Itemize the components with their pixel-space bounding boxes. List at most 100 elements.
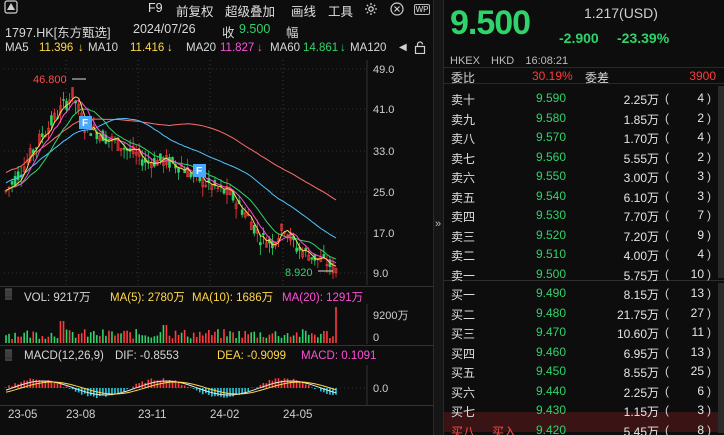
volume-bar [289,336,292,343]
draw-button[interactable]: 画线 [291,1,316,20]
order-level-label: 买二 [451,307,476,322]
paren: ) [707,364,711,378]
bid-row[interactable]: 买二 9.480 21.75万 27 () [444,303,724,323]
panel-collapse-bar[interactable]: » [433,0,444,435]
order-price: 9.590 [536,91,567,105]
paren: ) [707,305,711,320]
ask-row[interactable]: 卖五 9.540 6.10万 3 () [444,186,724,206]
volume-bar [65,329,68,343]
exchange: HKEX [450,55,480,67]
ask-row[interactable]: 卖十 9.590 2.25万 4 () [444,88,724,108]
order-level-label: 卖八 [451,132,476,146]
lock-icon[interactable] [414,41,426,57]
adjust-button[interactable]: 前复权 [176,1,214,20]
ask-row[interactable]: 卖七 9.560 5.55万 2 () [444,147,724,167]
close-label: 收 [222,26,235,40]
volume-bar [259,332,262,343]
bid-row[interactable]: 买六 9.440 2.25万 6 () [444,381,724,401]
candle-body [262,232,265,236]
ask-row[interactable]: 卖九 9.580 1.85万 2 () [444,108,724,128]
wp-icon[interactable]: WP [413,1,431,17]
paren: ) [707,227,711,242]
volume-chart[interactable]: 9200万 0 [0,304,433,344]
volume-bar [250,332,253,343]
volume-axis-bottom: 0 [373,332,379,344]
candle-body [240,209,244,215]
volume-bar [301,329,304,343]
volume-bar [129,332,131,343]
ask-row[interactable]: 卖六 9.550 3.00万 3 () [444,166,724,186]
candle-body [252,224,256,234]
volume-bar [205,333,207,343]
paren: ) [707,383,711,398]
bid-row[interactable]: 买三 9.470 10.60万 11 () [444,322,724,342]
candle-body [259,242,262,246]
volume-bar [247,334,250,343]
volume-bar [74,337,77,343]
volume-bar [5,335,7,343]
macd-label: MACD(12,26,9) [24,350,104,362]
time-axis-label: 23-05 [8,409,38,421]
volume-bar [102,329,104,343]
volume-bar [83,329,86,343]
order-volume: 7.20万 [623,229,659,244]
volume-bar [56,338,59,343]
order-volume: 1.85万 [623,112,659,127]
macd-axis-zero: 0.0 [373,383,388,395]
paren: ) [707,286,711,300]
buy-tag[interactable]: 买入 [492,423,516,435]
macd-bar [56,382,59,388]
bid-row[interactable]: 买八 9.420 5.45万 8 () 买入 [444,420,724,435]
volume-bar [307,334,310,343]
macd-bar [123,388,125,392]
volume-bar [280,337,283,343]
tools-button[interactable]: 工具 [328,1,353,20]
stock-code: 1797.HK[东方甄选] [5,26,111,40]
f9-button[interactable]: F9 [148,1,163,15]
volume-bar [256,337,259,343]
ask-row[interactable]: 卖一 9.500 5.75万 10 () [444,264,724,284]
candle-body [322,254,326,258]
order-price: 9.560 [536,149,567,164]
order-level-label: 卖六 [451,171,476,185]
ask-row[interactable]: 卖二 9.510 4.00万 4 () [444,244,724,264]
macd-menu-icon[interactable]: ▒ [5,350,12,361]
volume-bar [77,333,80,343]
bid-row[interactable]: 买一 9.490 8.15万 13 () [444,283,724,303]
chevron-double-right-icon[interactable]: » [435,218,441,230]
order-level-label: 卖五 [451,190,476,205]
volume-bar [111,331,113,343]
volume-menu-icon[interactable]: ▒ [5,289,12,300]
paren: ) [707,208,711,222]
ask-row[interactable]: 卖三 9.520 7.20万 9 () [444,225,724,245]
gear-icon[interactable] [363,1,379,17]
volume-bar [108,330,110,343]
order-count: 2 [697,149,704,164]
candlestick-chart[interactable]: 46.800 8.920 F F 49.0 41.0 33.0 25.0 17.… [0,60,433,285]
bid-row[interactable]: 买七 9.430 1.15万 3 () [444,400,724,420]
volume-bar [229,331,231,343]
ask-row[interactable]: 卖四 9.530 7.70万 7 () [444,205,724,225]
bid-row[interactable]: 买四 9.460 6.95万 13 () [444,342,724,362]
chevron-left-icon[interactable]: ◀ [399,42,407,53]
volume-bar [20,336,22,343]
volume-bar [156,335,159,343]
paren: ( [665,364,669,378]
macd-chart[interactable]: 0.0 [0,365,433,405]
bid-row[interactable]: 买五 9.450 8.55万 25 () [444,361,724,381]
ma5-dir: ↓ [78,42,84,54]
ratio-value: 30.19% [532,69,573,83]
chart-date: 2024/07/26 [133,22,196,36]
macd-bar [310,387,313,388]
macd-bar [114,388,116,394]
volume-bar [174,330,177,343]
ask-row[interactable]: 卖八 9.570 1.70万 4 () [444,127,724,147]
order-count: 11 [691,325,704,339]
candle-body [89,133,93,136]
close-icon[interactable] [389,1,405,17]
volume-bar [41,336,44,343]
candle-body [304,248,308,250]
stock-type-icon [4,0,18,17]
macd-bar [186,386,189,388]
overlay-button[interactable]: 超级叠加 [225,1,275,20]
